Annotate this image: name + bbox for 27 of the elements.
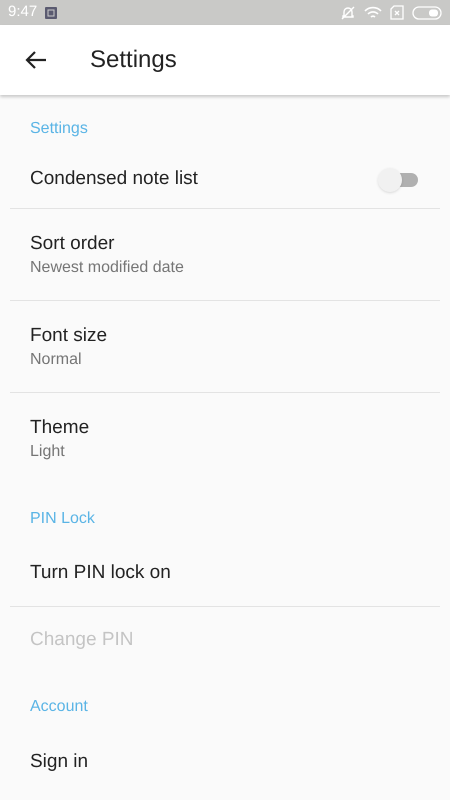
wifi-icon (364, 6, 382, 20)
setting-value: Normal (30, 350, 83, 370)
muted-bell-icon (340, 4, 356, 20)
setting-label: Condensed note list (30, 167, 198, 192)
setting-row[interactable]: Condensed note list (10, 151, 440, 209)
toggle-switch[interactable] (378, 168, 418, 192)
setting-value: Newest modified date (30, 258, 185, 278)
notification-icon (45, 6, 58, 18)
setting-row[interactable]: Turn PIN lock on (10, 541, 440, 607)
setting-label: Sort order (30, 232, 116, 256)
setting-label: Font size (30, 324, 108, 348)
setting-value: Light (30, 442, 66, 462)
status-time: 9:47 (8, 2, 38, 22)
setting-label: Theme (30, 416, 90, 440)
section-header: Account (30, 698, 88, 715)
setting-row[interactable]: Theme Light (10, 393, 440, 485)
sim-icon (390, 5, 404, 20)
section-header: PIN Lock (30, 510, 95, 527)
section-header: Settings (30, 120, 88, 137)
battery-icon (412, 6, 442, 20)
setting-row[interactable]: Font size Normal (10, 301, 440, 393)
setting-label: Turn PIN lock on (30, 561, 171, 586)
setting-row[interactable]: Sign in (10, 729, 440, 795)
setting-label: Sign in (30, 750, 88, 774)
screen-title: Settings (90, 45, 177, 75)
back-arrow-icon (24, 50, 48, 70)
setting-row[interactable]: Sort order Newest modified date (10, 209, 440, 301)
